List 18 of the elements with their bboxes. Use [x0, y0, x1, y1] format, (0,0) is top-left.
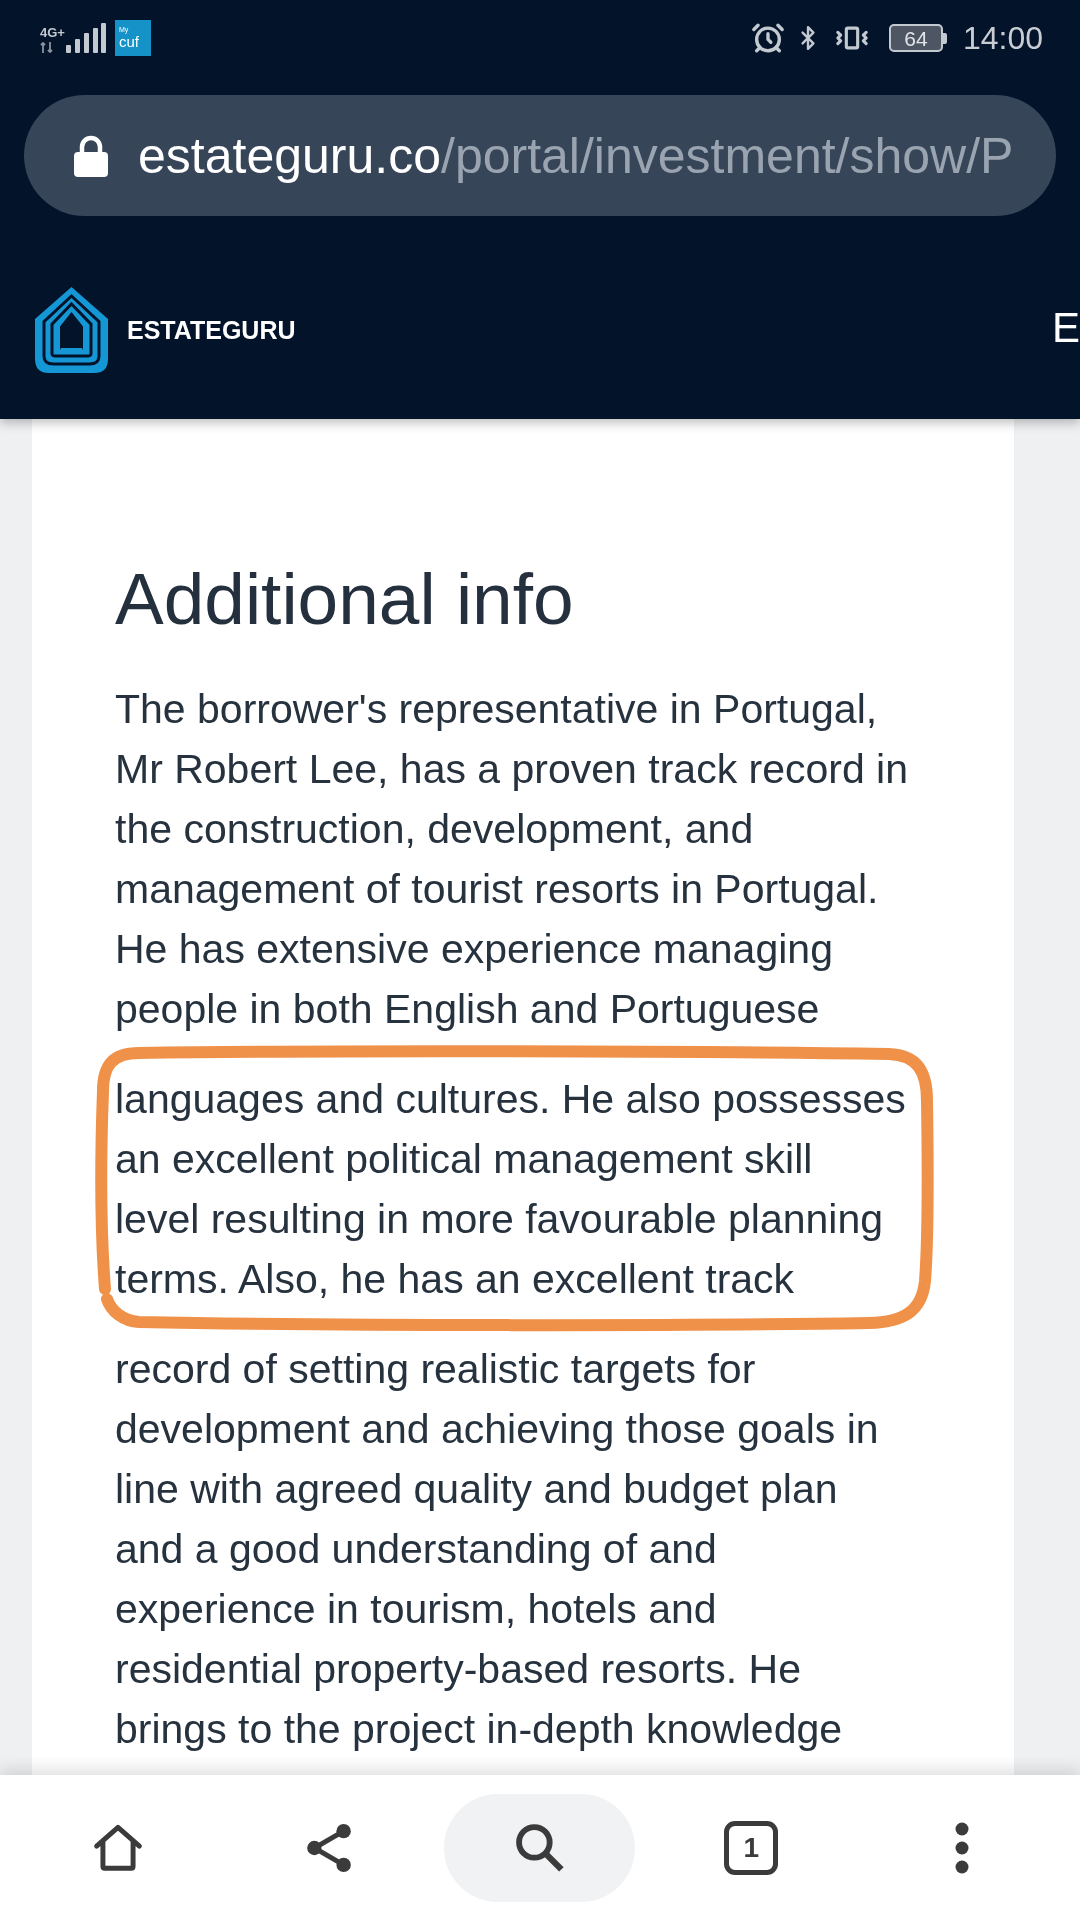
- network-type: 4G+: [40, 26, 65, 39]
- more-icon: [954, 1821, 971, 1874]
- data-activity-icon: [40, 42, 56, 53]
- tab-switcher-button[interactable]: 1: [724, 1820, 779, 1875]
- address-bar[interactable]: estateguru.co/portal/investment/show/P: [24, 95, 1056, 216]
- alarm-icon: [750, 21, 785, 55]
- paragraph-text: languages and cultures. He also possesses an excellent political management skill level resulting in more favourable planning terms. Also, he has an excellent track: [115, 1075, 906, 1304]
- clock-time: 14:00: [962, 22, 1043, 54]
- paragraph-text: record of setting realistic targets for development and achieving those goals in line with agreed quality and budget plan and a good understanding of and experience in tourism, hotels and residential property-based resorts. He brings to the project in-depth knowledge: [115, 1345, 879, 1754]
- logo-icon: [33, 285, 110, 375]
- signal-icon: [65, 23, 106, 53]
- paragraph-text: The borrower's representative in Portugal, Mr Robert Lee, has a proven track record in the construction, development, and management of tourist resorts in Portugal. He has extensive experience managing people in both English and Portuguese: [115, 685, 909, 1034]
- url-text[interactable]: estateguru.co/portal/investment/show/P: [138, 130, 1014, 181]
- section-heading: Additional info: [115, 559, 574, 639]
- brand-name[interactable]: ESTATEGURU: [127, 317, 296, 343]
- nav-link[interactable]: E: [1052, 307, 1080, 349]
- lock-icon: [74, 134, 108, 177]
- battery-indicator: 64: [888, 24, 947, 52]
